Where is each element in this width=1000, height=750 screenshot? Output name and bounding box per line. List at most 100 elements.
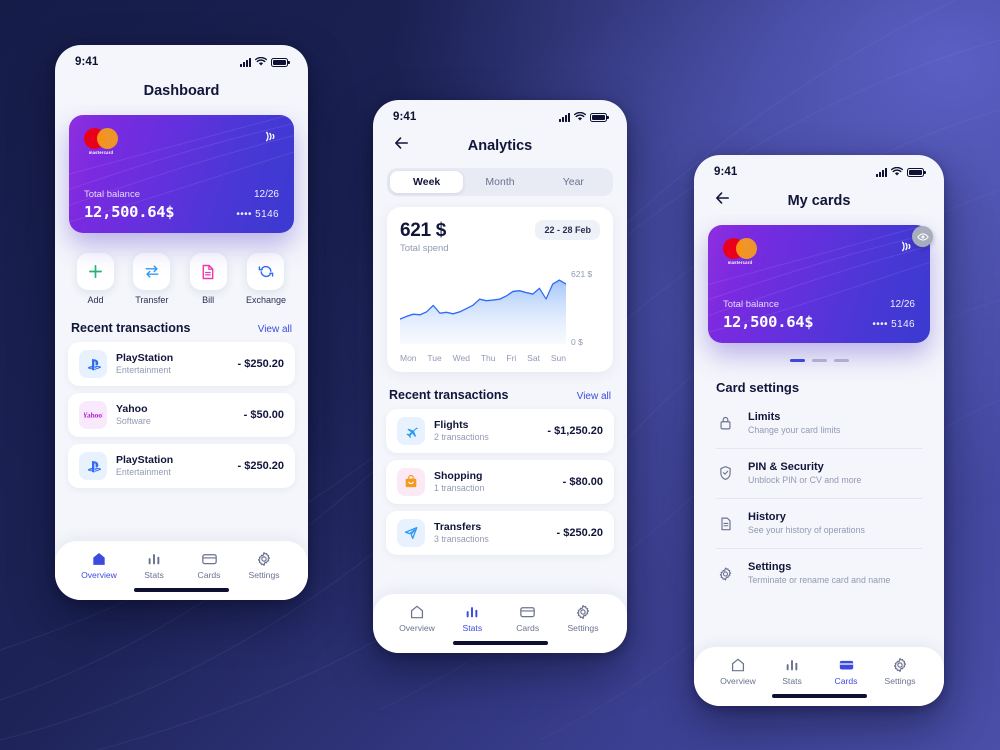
bank-card[interactable]: mastercard Total balance 12/26 12,500.64… [708,225,930,343]
tab-settings[interactable]: Settings [240,551,288,580]
bank-card[interactable]: mastercard Total balance 12/26 12,500.64… [69,115,294,233]
card-settings-list: Limits Change your card limits PIN & Sec… [694,399,944,599]
setting-desc: See your history of operations [748,525,865,536]
setting-text: History See your history of operations [748,510,865,537]
paper-plane-icon [397,519,425,547]
status-icons [559,112,609,122]
chart-canvas [399,266,567,349]
wifi-icon [255,57,267,66]
page-title: My cards [787,193,851,209]
action-bill[interactable]: Bill [189,253,227,305]
action-transfer[interactable]: Transfer [133,253,171,305]
card-expiry: 12/26 [889,299,915,310]
back-arrow-icon[interactable] [714,190,731,207]
transfer-arrows-icon [133,253,171,290]
transaction-amount: - $50.00 [243,409,284,421]
tab-settings[interactable]: Settings [876,657,924,686]
action-bill-label: Bill [202,295,215,305]
transaction-meta: Transfers 3 transactions [434,521,548,546]
tab-overview[interactable]: Overview [714,657,762,686]
status-icons [240,57,290,67]
transaction-amount: - $80.00 [562,476,603,488]
transaction-amount: - $250.20 [556,527,603,539]
home-indicator [452,641,548,645]
eye-icon[interactable] [912,226,933,247]
transaction-amount: - $1,250.20 [547,425,603,437]
tab-overview[interactable]: Overview [75,551,123,580]
x-tick: Fri [506,353,517,363]
gear-icon [257,552,271,566]
tab-cards[interactable]: Cards [822,657,870,686]
transaction-name: Flights [434,418,469,431]
card-carousel: mastercard Total balance 12/26 12,500.64… [694,225,944,362]
tab-stats-label: Stats [462,623,483,633]
carousel-pagination[interactable] [694,359,944,362]
action-transfer-label: Transfer [135,295,169,305]
tab-stats[interactable]: Stats [448,604,496,633]
pager-dot-2[interactable] [811,359,827,362]
setting-limits[interactable]: Limits Change your card limits [716,399,922,448]
date-range-badge[interactable]: 22 - 28 Feb [535,220,600,240]
tab-settings[interactable]: Settings [559,604,607,633]
segment-month[interactable]: Month [463,171,536,193]
setting-text: PIN & Security Unblock PIN or CV and mor… [748,460,861,487]
setting-history[interactable]: History See your history of operations [716,497,922,548]
credit-card-icon [839,660,853,670]
tab-stats[interactable]: Stats [130,551,178,580]
setting-desc: Change your card limits [748,424,841,435]
analytics-body: Week Month Year 621 $ Total spend 22 - 2… [373,160,627,594]
table-row[interactable]: Transfers 3 transactions - $250.20 [386,511,614,555]
transaction-list: PlayStation Entertainment - $250.20 Yaho… [55,342,308,488]
action-add[interactable]: Add [77,253,114,305]
back-arrow-icon[interactable] [393,135,410,152]
tab-cards[interactable]: Cards [504,604,552,633]
pager-dot-3[interactable] [833,359,849,362]
segment-year[interactable]: Year [537,171,610,193]
plus-icon [77,253,114,290]
document-icon [189,253,227,290]
view-all-link[interactable]: View all [258,324,292,335]
transaction-category: 2 transactions [434,431,489,442]
tab-stats[interactable]: Stats [768,657,816,686]
bar-chart-icon [466,607,478,618]
mastercard-wordmark: mastercard [88,150,114,155]
setting-pin-security[interactable]: PIN & Security Unblock PIN or CV and mor… [716,447,922,498]
status-time: 9:41 [393,111,417,123]
table-row[interactable]: Shopping 1 transaction - $80.00 [386,460,614,504]
pager-dot-1[interactable] [789,359,805,362]
cards-body: mastercard Total balance 12/26 12,500.64… [694,215,944,647]
table-row[interactable]: PlayStation Entertainment - $250.20 [68,444,295,488]
segment-week[interactable]: Week [390,171,464,193]
table-row[interactable]: PlayStation Entertainment - $250.20 [68,342,295,386]
status-time: 9:41 [714,166,738,178]
transaction-category: 1 transaction [434,482,485,493]
setting-text: Limits Change your card limits [748,410,840,437]
tab-overview[interactable]: Overview [393,604,441,633]
transaction-name: Yahoo [116,402,148,415]
view-all-link[interactable]: View all [577,391,611,402]
shield-check-icon [716,465,735,481]
bottom-nav: Overview Stats Cards Settings [55,541,308,600]
card-balance-value: 12,500.64$ [723,313,814,331]
x-tick: Mon [400,353,417,363]
transaction-meta: PlayStation Entertainment [116,454,229,479]
transaction-meta: Yahoo Software [116,403,235,428]
cellular-bars-icon [876,167,887,177]
tab-cards[interactable]: Cards [185,551,233,580]
action-exchange[interactable]: Exchange [246,253,286,305]
tab-settings-label: Settings [884,676,916,686]
setting-name: History [748,510,786,523]
period-segmented-control: Week Month Year [387,168,613,196]
y-tick-max: 621 $ [571,269,593,279]
setting-name: PIN & Security [748,460,824,473]
chart-total-value: 621 $ [400,220,447,241]
chart-x-axis: Mon Tue Wed Thu Fri Sat Sun [400,353,600,363]
setting-settings[interactable]: Settings Terminate or rename card and na… [716,548,922,598]
phone-analytics: 9:41 Analytics Week Month Year 621 $ Tot… [373,100,627,653]
chart-y-axis: 621 $ 0 $ [566,266,600,349]
table-row[interactable]: Yahoo! Yahoo Software - $50.00 [68,393,295,437]
table-row[interactable]: Flights 2 transactions - $1,250.20 [386,409,614,453]
home-indicator [134,588,229,592]
mastercard-wordmark: mastercard [727,260,753,265]
wifi-icon [574,112,586,121]
